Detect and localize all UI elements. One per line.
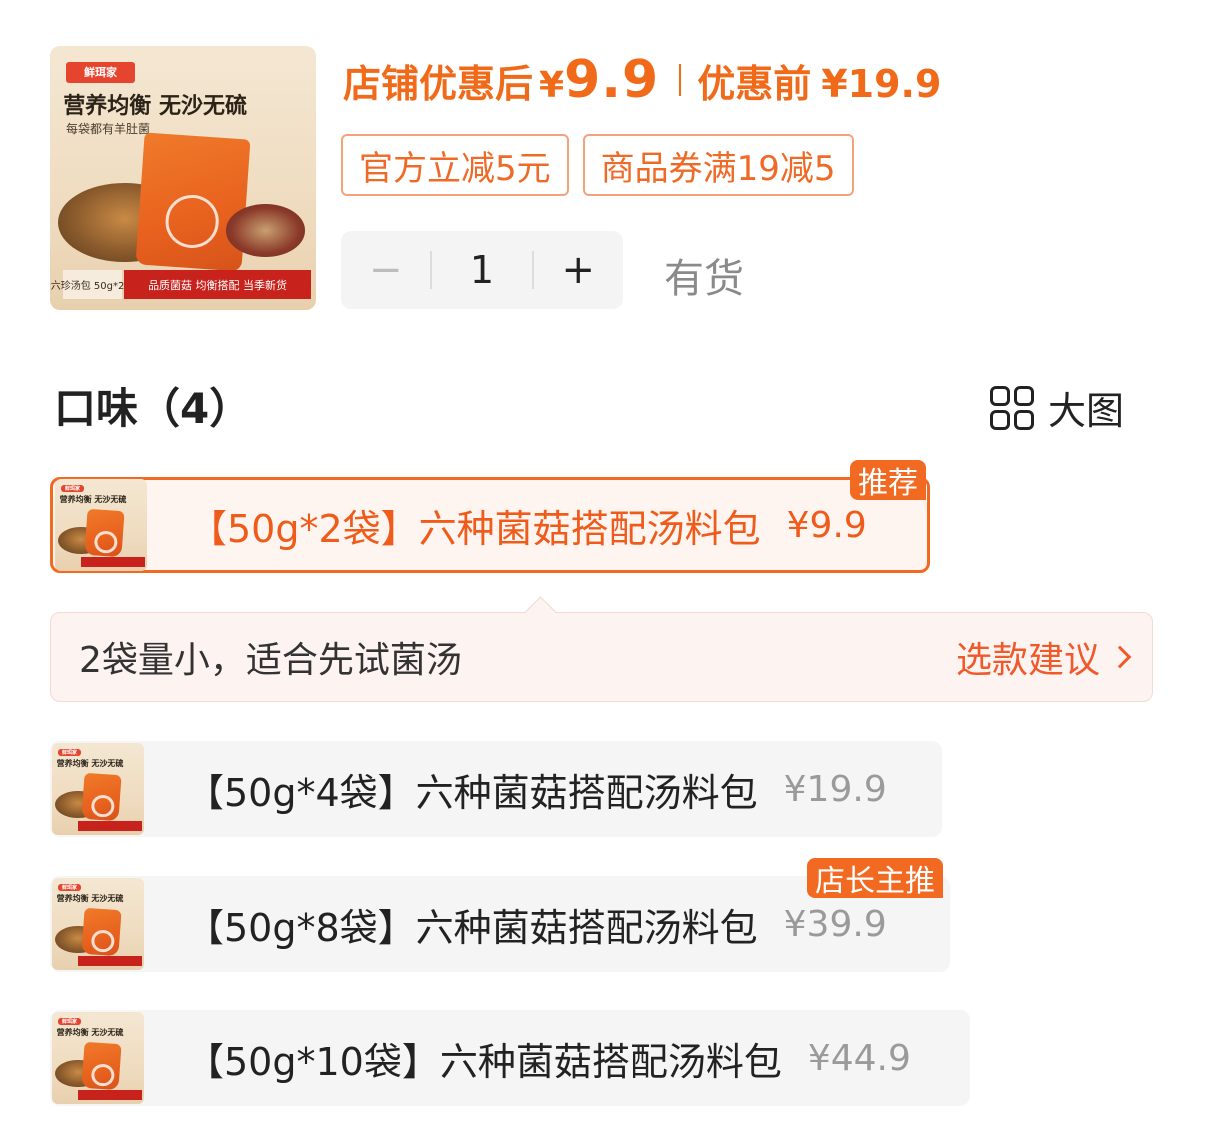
stock-status: 有货 [664,256,744,302]
option-item[interactable]: 鲜珥家 营养均衡 无沙无硫 【50g*4袋】六种菌菇搭配汤料包 ¥19.9 [50,741,942,837]
price-line: 店铺优惠后 ¥ 9.9 优惠前 ¥19.9 [343,50,941,110]
product-bag-image [135,132,252,272]
before-discount-label: 优惠前 [697,62,812,106]
option-thumbnail: 鲜珥家 营养均衡 无沙无硫 [52,1012,144,1104]
thumb-banner [77,956,143,967]
grid-icon [990,385,1034,430]
quantity-stepper: − 1 + [341,231,623,309]
coupon-product-voucher[interactable]: 商品券满19减5 [582,134,854,196]
quantity-value[interactable]: 1 [432,248,531,292]
coupon-official-discount[interactable]: 官方立减5元 [341,134,569,196]
option-thumbnail: 鲜珥家 营养均衡 无沙无硫 [55,479,147,571]
selection-tip: 2袋量小，适合先试菌汤 选款建议 [50,612,1153,702]
large-view-label: 大图 [1048,389,1125,433]
option-price: ¥19.9 [783,768,887,810]
thumb-headline: 营养均衡 无沙无硫 [59,494,127,504]
coupon-list: 官方立减5元 商品券满19减5 [341,134,854,196]
option-label: 【50g*10袋】六种菌菇搭配汤料包 [186,1039,782,1084]
option-label: 【50g*2袋】六种菌菇搭配汤料包 [189,506,761,551]
chevron-right-icon [1108,645,1132,669]
option-label: 【50g*8袋】六种菌菇搭配汤料包 [186,905,758,950]
brand-logo: 鲜珥家 [57,883,82,891]
tip-link-label: 选款建议 [955,640,1100,681]
product-image[interactable]: 鲜珥家 营养均衡 无沙无硫 每袋都有羊肚菌 六珍汤包 50g*2袋 品质菌菇 均… [50,46,316,310]
option-price: ¥39.9 [783,903,887,945]
thumb-headline: 营养均衡 无沙无硫 [56,758,124,768]
recommend-badge: 推荐 [850,460,926,501]
before-discount-price: ¥19.9 [821,62,942,106]
brand-logo: 鲜珥家 [65,61,136,83]
thumb-banner: 品质菌菇 均衡搭配 当季新货 [124,270,311,300]
decrease-button[interactable]: − [341,247,430,293]
product-bag-image [81,908,122,957]
option-price: ¥9.9 [786,504,867,546]
large-view-toggle[interactable]: 大图 [990,380,1124,435]
product-bag-image [81,773,122,822]
option-item[interactable]: 鲜珥家 营养均衡 无沙无硫 【50g*10袋】六种菌菇搭配汤料包 ¥44.9 [50,1010,970,1106]
thumb-banner [80,557,146,568]
option-thumbnail: 鲜珥家 营养均衡 无沙无硫 [52,878,144,970]
brand-logo: 鲜珥家 [57,1017,82,1025]
thumb-subline: 每袋都有羊肚菌 [65,121,150,136]
product-bag-image [81,1042,122,1091]
option-item[interactable]: 鲜珥家 营养均衡 无沙无硫 【50g*2袋】六种菌菇搭配汤料包 ¥9.9 [50,477,930,573]
herbs-image [225,204,306,258]
price-divider [679,64,682,96]
tip-text: 2袋量小，适合先试菌汤 [79,640,462,681]
store-manager-pick-badge: 店长主推 [807,858,943,899]
option-label: 【50g*4袋】六种菌菇搭配汤料包 [186,770,758,815]
brand-logo: 鲜珥家 [60,484,85,492]
option-thumbnail: 鲜珥家 营养均衡 无沙无硫 [52,743,144,835]
after-discount-label: 店铺优惠后 [343,62,534,106]
brand-logo: 鲜珥家 [57,748,82,756]
thumb-headline: 营养均衡 无沙无硫 [63,94,247,120]
option-price: ¥44.9 [807,1037,911,1079]
thumb-banner [77,1090,143,1101]
thumb-headline: 营养均衡 无沙无硫 [56,893,124,903]
thumb-pack-tag: 六珍汤包 50g*2袋 [51,270,134,300]
thumb-banner [77,821,143,832]
product-bag-image [84,509,125,558]
flavor-section-title: 口味（4） [54,384,252,433]
currency-symbol: ¥ [539,65,565,106]
increase-button[interactable]: + [534,247,623,293]
selection-advice-link[interactable]: 选款建议 [955,631,1132,683]
after-discount-price: 9.9 [564,50,660,110]
thumb-headline: 营养均衡 无沙无硫 [56,1027,124,1037]
